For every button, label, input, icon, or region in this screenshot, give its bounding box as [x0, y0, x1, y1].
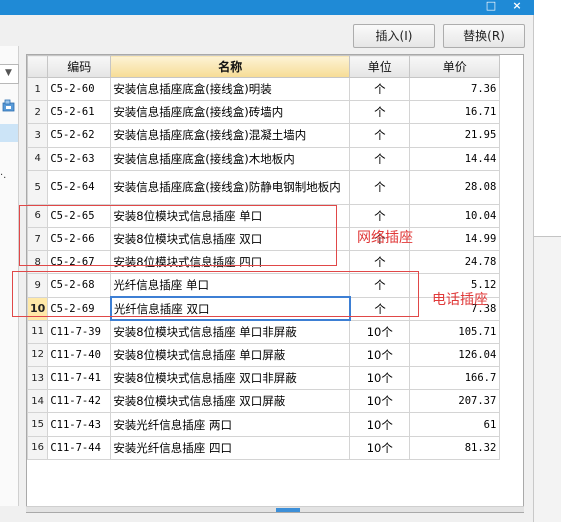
name-cell[interactable]: 安装信息插座底盒(接线盒)明装: [110, 76, 351, 102]
unit-cell[interactable]: 10个: [349, 342, 411, 368]
table-row[interactable]: 2 C5-2-61 安装信息插座底盒(接线盒)砖墙内个 16.71: [27, 100, 501, 125]
close-icon[interactable]: ×: [508, 0, 526, 15]
unit-cell[interactable]: 个: [349, 203, 411, 228]
name-cell[interactable]: 安装8位模块式信息插座 单口非屏蔽: [110, 319, 351, 344]
code-cell[interactable]: C11-7-43: [47, 412, 112, 437]
price-cell[interactable]: 61: [409, 412, 501, 437]
table-row[interactable]: 15 C11-7-43 安装光纤信息插座 两口 10个 61: [27, 412, 501, 437]
price-cell[interactable]: 24.78: [409, 250, 501, 275]
table-row[interactable]: 3 C5-2-62 安装信息插座底盒(接线盒)混凝土墙内个 21.95: [27, 123, 501, 148]
unit-cell[interactable]: 10个: [349, 412, 411, 437]
maximize-icon[interactable]: □: [482, 0, 500, 15]
row-number[interactable]: 16: [27, 435, 49, 460]
table-header-row: 编码 名称 单位 单价: [27, 55, 501, 78]
network-socket-highlight: [19, 205, 337, 266]
row-number[interactable]: 11: [27, 319, 49, 344]
price-cell[interactable]: 28.08: [409, 169, 501, 205]
chevron-down-icon: ▼: [5, 68, 12, 78]
background-window: [534, 236, 561, 522]
column-header-name[interactable]: 名称: [110, 55, 351, 78]
code-cell[interactable]: C11-7-44: [47, 435, 112, 460]
unit-cell[interactable]: 10个: [349, 389, 411, 414]
price-cell[interactable]: 126.04: [409, 342, 501, 368]
row-number[interactable]: 12: [27, 342, 49, 368]
price-cell[interactable]: 21.95: [409, 123, 501, 148]
price-cell[interactable]: 10.04: [409, 203, 501, 228]
column-header-price[interactable]: 单价: [409, 55, 501, 78]
table-row[interactable]: 12 C11-7-40 安装8位模块式信息插座 单口屏蔽 10个 126.04: [27, 342, 501, 368]
row-number[interactable]: 15: [27, 412, 49, 437]
code-cell[interactable]: C11-7-42: [47, 389, 112, 414]
name-cell[interactable]: 安装8位模块式信息插座 双口非屏蔽: [110, 366, 351, 391]
row-number[interactable]: 4: [27, 146, 49, 171]
price-cell[interactable]: 16.71: [409, 100, 501, 125]
window-titlebar: □ ×: [0, 0, 534, 15]
table-row[interactable]: 14 C11-7-42 安装8位模块式信息插座 双口屏蔽 10个 207.37: [27, 389, 501, 414]
replace-button[interactable]: 替换(R): [443, 24, 525, 48]
row-number[interactable]: 14: [27, 389, 49, 414]
phone-socket-annotation: 电话插座: [432, 292, 488, 308]
code-cell[interactable]: C11-7-40: [47, 342, 112, 368]
row-number[interactable]: 13: [27, 366, 49, 391]
name-cell[interactable]: 安装光纤信息插座 两口: [110, 412, 351, 437]
unit-cell[interactable]: 个: [349, 169, 411, 205]
price-cell[interactable]: 81.32: [409, 435, 501, 460]
price-cell[interactable]: 14.99: [409, 226, 501, 252]
unit-cell[interactable]: 10个: [349, 435, 411, 460]
horizontal-scrollbar[interactable]: [26, 506, 524, 512]
tree-ellipsis: ·.: [0, 170, 7, 181]
name-cell[interactable]: 安装信息插座底盒(接线盒)防静电钢制地板内: [110, 169, 351, 205]
price-cell[interactable]: 105.71: [409, 319, 501, 344]
table-row[interactable]: 1 C5-2-60 安装信息插座底盒(接线盒)明装个 7.36: [27, 76, 501, 102]
category-dropdown[interactable]: ▼: [0, 64, 19, 84]
name-cell[interactable]: 安装8位模块式信息插座 单口屏蔽: [110, 342, 351, 368]
row-number-header: [27, 55, 49, 78]
row-number[interactable]: 2: [27, 100, 49, 125]
unit-cell[interactable]: 10个: [349, 366, 411, 391]
code-cell[interactable]: C11-7-39: [47, 319, 112, 344]
table-row[interactable]: 11 C11-7-39 安装8位模块式信息插座 单口非屏蔽 10个 105.71: [27, 319, 501, 344]
unit-cell[interactable]: 10个: [349, 319, 411, 344]
code-cell[interactable]: C5-2-64: [47, 169, 112, 205]
insert-button[interactable]: 插入(I): [353, 24, 435, 48]
row-number[interactable]: 3: [27, 123, 49, 148]
code-cell[interactable]: C5-2-63: [47, 146, 112, 171]
table-row[interactable]: 4 C5-2-63 安装信息插座底盒(接线盒)木地板内个 14.44: [27, 146, 501, 171]
table-row[interactable]: 5 C5-2-64 安装信息插座底盒(接线盒)防静电钢制地板内个 28.08: [27, 169, 501, 205]
price-cell[interactable]: 166.7: [409, 366, 501, 391]
row-number[interactable]: 1: [27, 76, 49, 102]
column-header-code[interactable]: 编码: [47, 55, 112, 78]
code-cell[interactable]: C5-2-62: [47, 123, 112, 148]
folder-tree-icon[interactable]: [2, 99, 15, 112]
price-cell[interactable]: 7.36: [409, 76, 501, 102]
network-socket-annotation: 网络插座: [357, 230, 413, 246]
code-cell[interactable]: C11-7-41: [47, 366, 112, 391]
table-row[interactable]: 16 C11-7-44 安装光纤信息插座 四口 10个 81.32: [27, 435, 501, 460]
name-cell[interactable]: 安装信息插座底盒(接线盒)混凝土墙内: [110, 123, 351, 148]
tree-selected-node[interactable]: [0, 124, 18, 142]
price-cell[interactable]: 14.44: [409, 146, 501, 171]
name-cell[interactable]: 安装8位模块式信息插座 双口屏蔽: [110, 389, 351, 414]
row-number[interactable]: 5: [27, 169, 49, 205]
table-row[interactable]: 13 C11-7-41 安装8位模块式信息插座 双口非屏蔽 10个 166.7: [27, 366, 501, 391]
unit-cell[interactable]: 个: [349, 76, 411, 102]
name-cell[interactable]: 安装光纤信息插座 四口: [110, 435, 351, 460]
scrollbar-thumb[interactable]: [276, 508, 300, 512]
name-cell[interactable]: 安装信息插座底盒(接线盒)砖墙内: [110, 100, 351, 125]
column-header-unit[interactable]: 单位: [349, 55, 411, 78]
unit-cell[interactable]: 个: [349, 123, 411, 148]
code-cell[interactable]: C5-2-61: [47, 100, 112, 125]
name-cell[interactable]: 安装信息插座底盒(接线盒)木地板内: [110, 146, 351, 171]
code-cell[interactable]: C5-2-60: [47, 76, 112, 102]
unit-cell[interactable]: 个: [349, 146, 411, 171]
unit-cell[interactable]: 个: [349, 100, 411, 125]
price-cell[interactable]: 207.37: [409, 389, 501, 414]
phone-socket-highlight: [12, 271, 419, 317]
